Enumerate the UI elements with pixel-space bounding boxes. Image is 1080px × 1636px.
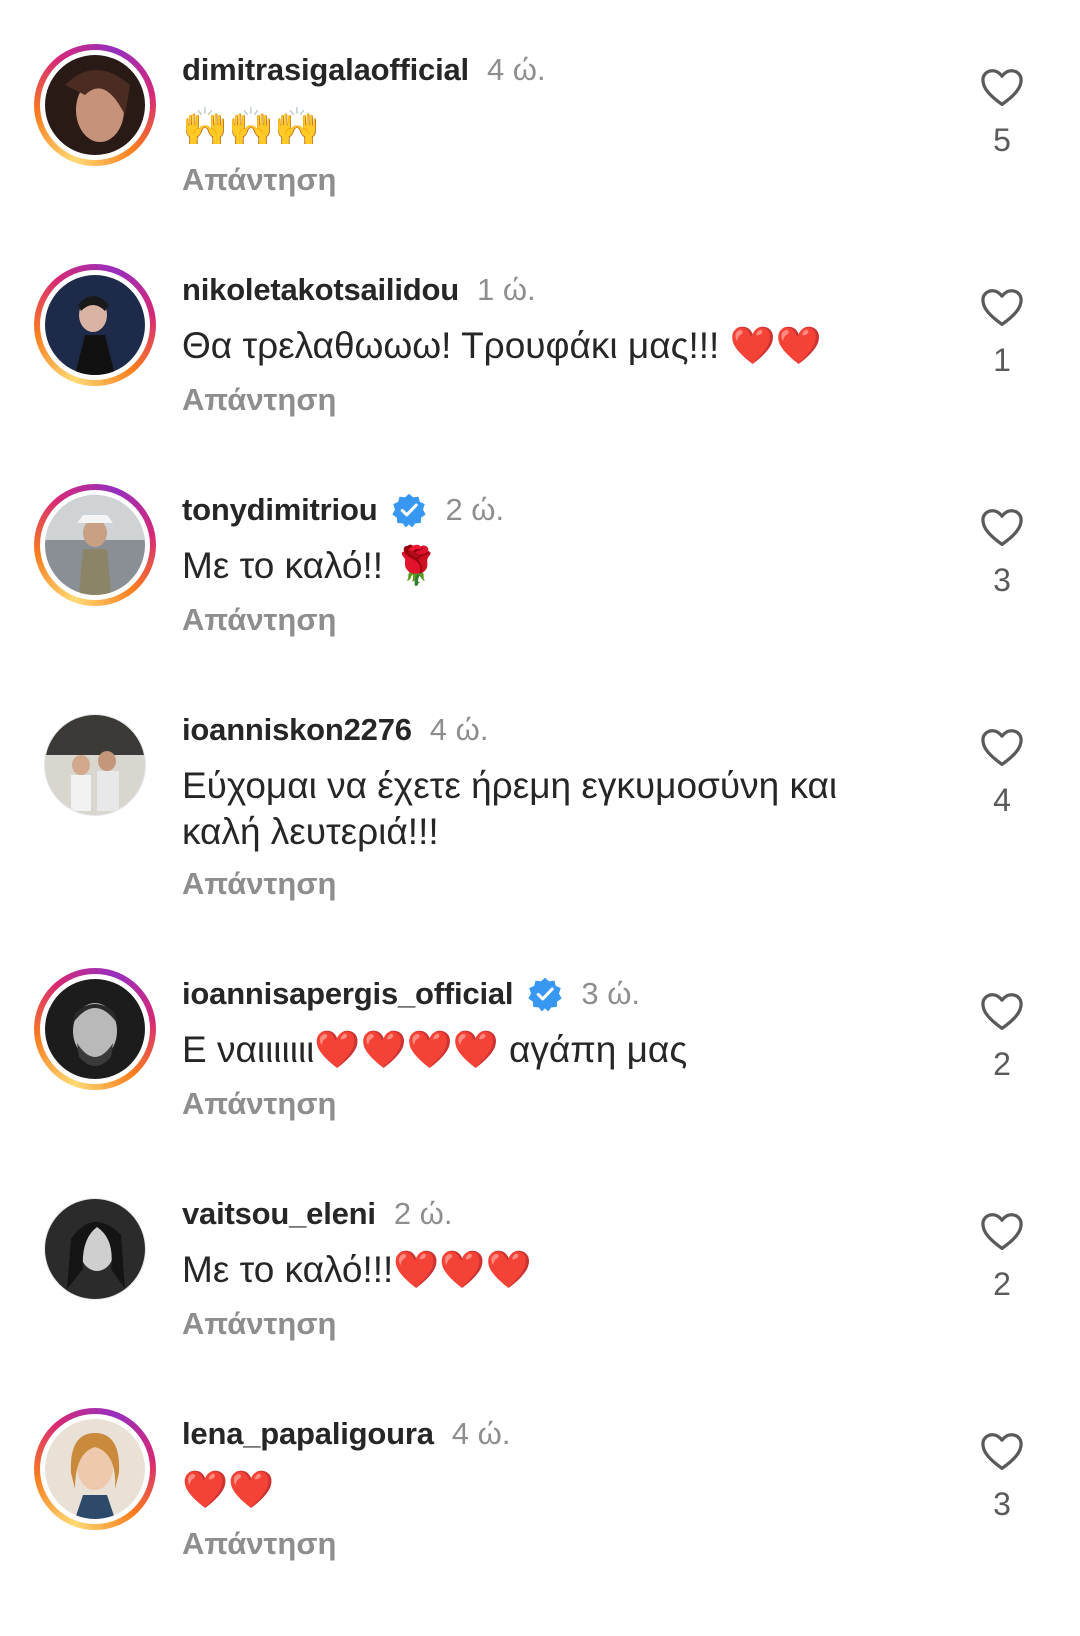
like-count: 3 bbox=[993, 562, 1011, 598]
like-button[interactable] bbox=[980, 288, 1024, 328]
comment-timestamp: 4 ώ. bbox=[429, 712, 489, 747]
like-button[interactable] bbox=[980, 992, 1024, 1032]
like-button[interactable] bbox=[980, 1432, 1024, 1472]
comment-username[interactable]: ioannisapergis_official bbox=[182, 976, 514, 1012]
reply-button[interactable]: Απάντηση bbox=[182, 602, 336, 638]
comment-timestamp: 4 ώ. bbox=[486, 52, 546, 87]
comment-username[interactable]: nikoletakotsailidou bbox=[182, 272, 459, 308]
like-count: 5 bbox=[993, 122, 1011, 158]
comment-text: Θα τρελαθωωω! Τρουφάκι μας!!! ❤️❤️ bbox=[182, 325, 822, 366]
comment-text: ❤️❤️ bbox=[182, 1469, 275, 1510]
verified-badge-icon bbox=[527, 976, 563, 1012]
like-button[interactable] bbox=[980, 68, 1024, 108]
heart-outline-icon bbox=[981, 1433, 1023, 1470]
like-count: 2 bbox=[993, 1266, 1011, 1302]
avatar[interactable] bbox=[34, 968, 156, 1090]
avatar[interactable] bbox=[34, 44, 156, 166]
comment-username[interactable]: tonydimitriou bbox=[182, 492, 378, 528]
heart-outline-icon bbox=[981, 509, 1023, 546]
avatar[interactable] bbox=[34, 484, 156, 606]
reply-button[interactable]: Απάντηση bbox=[182, 866, 336, 902]
comment-username[interactable]: ioanniskon2276 bbox=[182, 712, 412, 748]
comment-username[interactable]: vaitsou_eleni bbox=[182, 1196, 376, 1232]
comment-text: Με το καλό!!!❤️❤️❤️ bbox=[182, 1249, 532, 1290]
heart-outline-icon bbox=[981, 1213, 1023, 1250]
heart-outline-icon bbox=[981, 993, 1023, 1030]
comment-timestamp: 4 ώ. bbox=[451, 1416, 511, 1451]
reply-button[interactable]: Απάντηση bbox=[182, 1306, 336, 1342]
reply-button[interactable]: Απάντηση bbox=[182, 162, 336, 198]
avatar[interactable] bbox=[34, 1188, 156, 1310]
comment-timestamp: 2 ώ. bbox=[445, 492, 505, 527]
like-count: 4 bbox=[993, 782, 1011, 818]
avatar[interactable] bbox=[34, 1408, 156, 1530]
avatar[interactable] bbox=[34, 704, 156, 826]
comment-timestamp: 1 ώ. bbox=[476, 272, 536, 307]
avatar[interactable] bbox=[34, 264, 156, 386]
comment-timestamp: 3 ώ. bbox=[581, 976, 641, 1011]
comment-text: Ε ναιιιιιιι❤️❤️❤️❤️ αγάπη μας bbox=[182, 1029, 688, 1070]
comment-text: Εύχομαι να έχετε ήρεμη εγκυμοσύνη και κα… bbox=[182, 765, 838, 852]
like-count: 2 bbox=[993, 1046, 1011, 1082]
comment-username[interactable]: dimitrasigalaofficial bbox=[182, 52, 469, 88]
reply-button[interactable]: Απάντηση bbox=[182, 1086, 336, 1122]
comment-text: Με το καλό!! 🌹 bbox=[182, 545, 440, 586]
heart-outline-icon bbox=[981, 69, 1023, 106]
reply-button[interactable]: Απάντηση bbox=[182, 382, 336, 418]
like-button[interactable] bbox=[980, 1212, 1024, 1252]
heart-outline-icon bbox=[981, 289, 1023, 326]
like-count: 1 bbox=[993, 342, 1011, 378]
verified-badge-icon bbox=[391, 492, 427, 528]
like-count: 3 bbox=[993, 1486, 1011, 1522]
like-button[interactable] bbox=[980, 508, 1024, 548]
reply-button[interactable]: Απάντηση bbox=[182, 1526, 336, 1562]
like-button[interactable] bbox=[980, 728, 1024, 768]
comment-username[interactable]: lena_papaligoura bbox=[182, 1416, 434, 1452]
comment-timestamp: 2 ώ. bbox=[393, 1196, 453, 1231]
comment-text: 🙌🙌🙌 bbox=[182, 105, 321, 148]
heart-outline-icon bbox=[981, 729, 1023, 766]
